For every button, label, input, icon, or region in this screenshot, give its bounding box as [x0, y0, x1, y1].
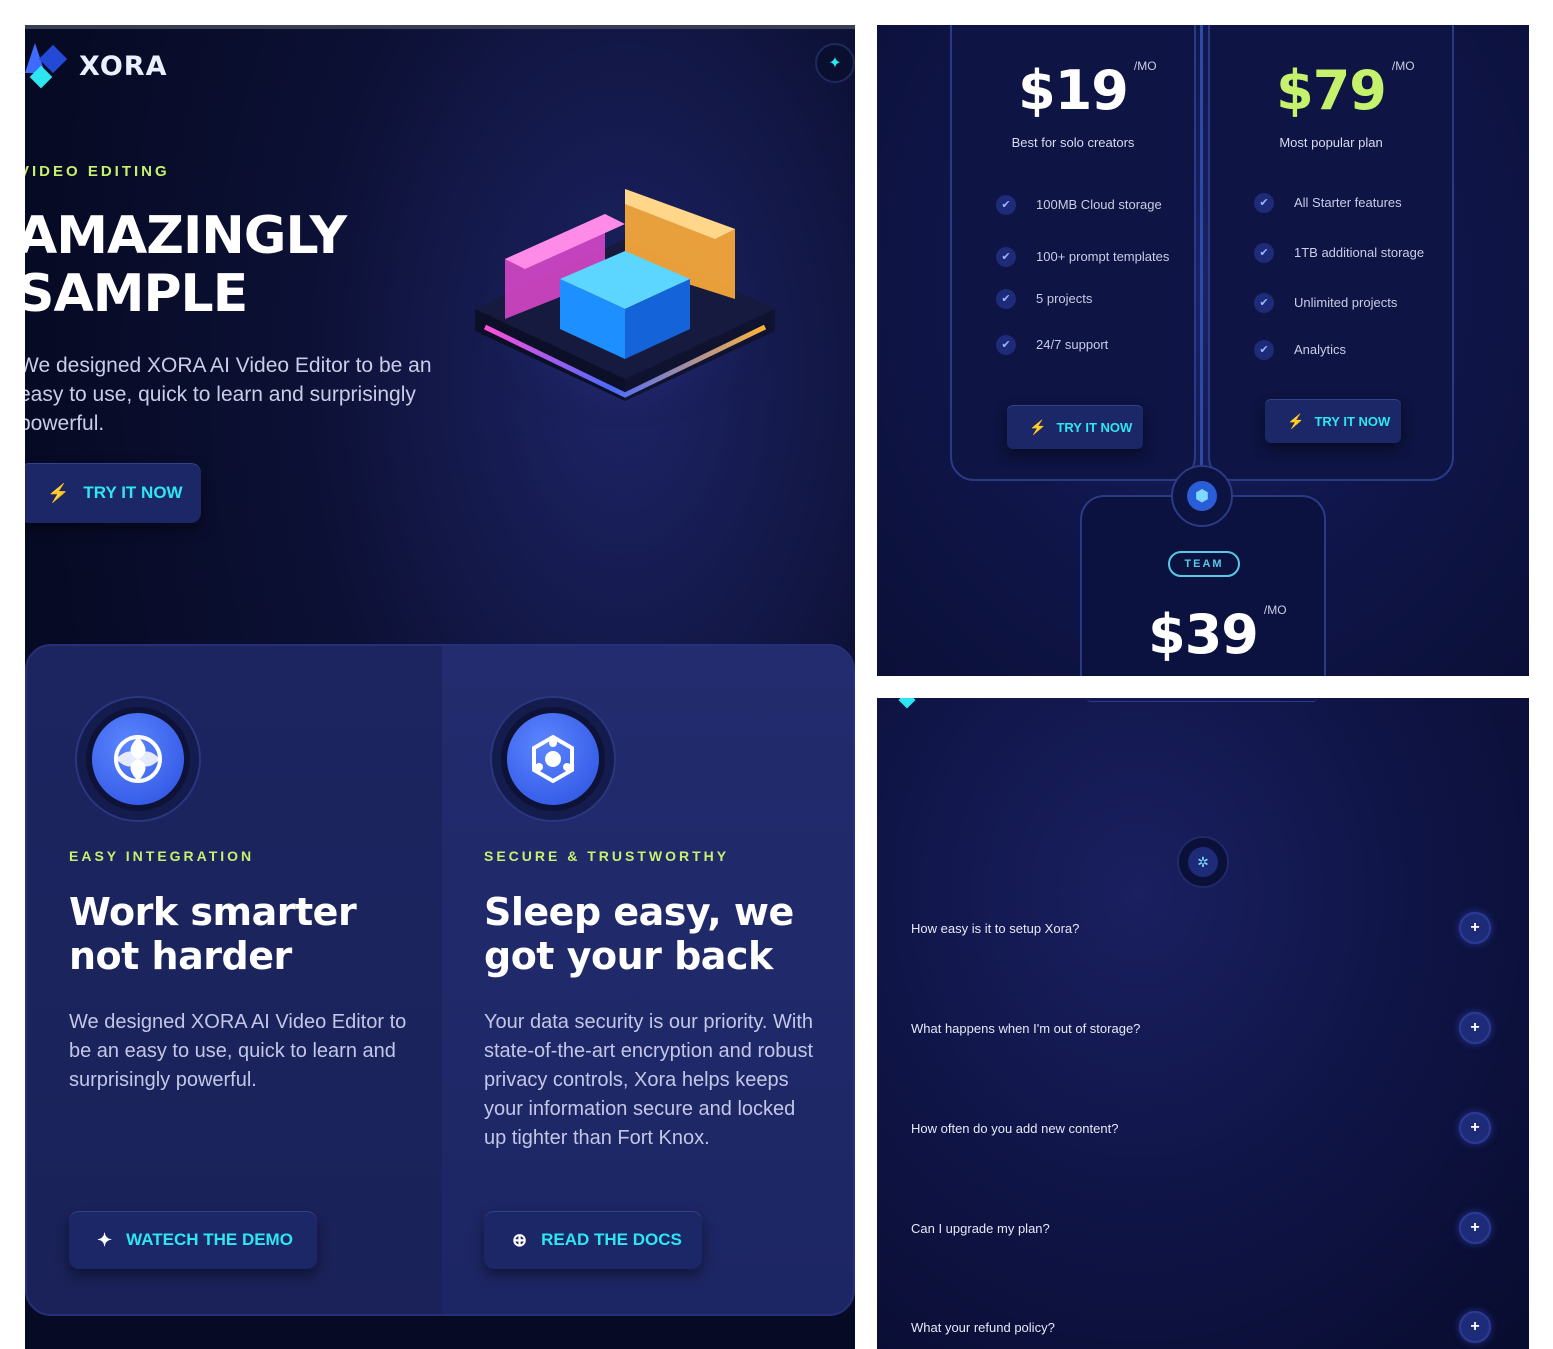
hero-title-line1: AMAZINGLY — [25, 206, 347, 266]
plan-feature-list: ✔ All Starter features ✔ 1TB additional st… — [1254, 193, 1444, 360]
xora-logo-icon — [25, 43, 69, 89]
pricing-panel: $19 /MO Best for solo creators ✔ 100MB Cl… — [877, 25, 1529, 676]
sparkle-icon-button[interactable]: ✦ — [815, 43, 855, 83]
plan-price: $79 — [1276, 59, 1387, 122]
hero-eyebrow: VIDEO EDITING — [25, 163, 170, 180]
plan-period: /MO — [1133, 59, 1157, 73]
plus-icon[interactable]: + — [1459, 1212, 1491, 1244]
feature-title: Work smarter not harder — [69, 890, 357, 978]
plus-icon[interactable]: + — [1459, 912, 1491, 944]
shield-hex-icon — [507, 713, 599, 805]
docs-plus-icon: ⊕ — [512, 1229, 528, 1250]
plan-feature-list: ✔ 100MB Cloud storage ✔ 100+ prompt templa… — [996, 185, 1186, 355]
plan-subtitle: Best for solo creators — [1011, 135, 1135, 150]
feature-icon-ring — [490, 696, 616, 822]
plan-hub: ⬢ — [1171, 465, 1233, 527]
bolt-icon: ⚡ — [1029, 418, 1047, 435]
plan-card-pro: $79 /MO Most popular plan ✔ All Starter f… — [1208, 25, 1454, 481]
plan-feature: ✔ 1TB additional storage — [1254, 233, 1444, 273]
starter-try-it-now-button[interactable]: ⚡ TRY IT NOW — [1007, 405, 1143, 449]
plan-period: /MO — [1391, 59, 1415, 73]
hero-title-line2: SAMPLE — [25, 264, 248, 324]
check-icon: ✔ — [1254, 193, 1274, 213]
plus-icon[interactable]: + — [1459, 1012, 1491, 1044]
pro-try-it-now-button[interactable]: ⚡ TRY IT NOW — [1265, 399, 1401, 443]
try-it-now-button[interactable]: ⚡ TRY IT NOW — [25, 463, 201, 523]
hero-description: We designed XORA AI Video Editor to be a… — [25, 354, 432, 435]
faq-question: How easy is it to setup Xora? — [911, 920, 1080, 936]
plan-feature: ✔ 24/7 support — [996, 335, 1186, 355]
bolt-icon: ⚡ — [47, 482, 70, 503]
hero-panel: XORA ✦ VIDEO EDITING AMAZINGLY SAMPLE We… — [25, 25, 855, 1349]
watch-demo-label: WATECH THE DEMO — [126, 1230, 293, 1249]
faq-question: Can I upgrade my plan? — [911, 1220, 1050, 1236]
feature-description: We designed XORA AI Video Editor to be a… — [69, 1011, 407, 1091]
plan-price: $19 — [1018, 59, 1129, 122]
features-section: EASY INTEGRATION Work smarter not harder… — [25, 644, 855, 1316]
feature-eyebrow: EASY INTEGRATION — [69, 848, 255, 864]
feature-card-security: SECURE & TRUSTWORTHY Sleep easy, we got … — [442, 646, 853, 1314]
check-icon: ✔ — [1254, 293, 1274, 313]
feature-icon-ring — [75, 696, 201, 822]
feature-description: Your data security is our priority. With… — [484, 1011, 814, 1149]
logo-text: XORA — [79, 50, 168, 82]
faq-item[interactable]: Can I upgrade my plan? + — [911, 1208, 1491, 1248]
faq-question: What your refund policy? — [911, 1319, 1055, 1335]
diamond-icon — [898, 698, 916, 709]
asterisk-icon: ✲ — [1188, 847, 1218, 877]
plan-period: /MO — [1263, 603, 1287, 617]
faq-item[interactable]: How easy is it to setup Xora? + — [911, 908, 1491, 948]
faq-icon-ring: ✲ — [1177, 836, 1229, 888]
aperture-icon — [92, 713, 184, 805]
plan-feature: ✔ Unlimited projects — [1254, 293, 1444, 313]
plan-subtitle: Most popular plan — [1279, 135, 1383, 150]
bolt-icon: ⚡ — [1287, 412, 1305, 429]
check-icon: ✔ — [1254, 243, 1274, 263]
faq-item[interactable]: What your refund policy? + — [911, 1307, 1491, 1347]
plan-feature: ✔ 5 projects — [996, 289, 1186, 309]
price-row: $19 /MO — [952, 59, 1194, 122]
price-row: $79 /MO — [1210, 59, 1452, 122]
check-icon: ✔ — [996, 247, 1016, 267]
faq-item[interactable]: How often do you add new content? + — [911, 1108, 1491, 1148]
feature-card-integration: EASY INTEGRATION Work smarter not harder… — [27, 646, 442, 1314]
plus-icon[interactable]: + — [1459, 1311, 1491, 1343]
logo[interactable]: XORA — [25, 43, 168, 89]
hero-title: AMAZINGLY SAMPLE — [25, 206, 347, 324]
plan-feature: ✔ 100+ prompt templates — [996, 237, 1186, 277]
faq-top-divider — [1087, 698, 1317, 702]
read-the-docs-button[interactable]: ⊕ READ THE DOCS — [484, 1211, 702, 1269]
hexagon-icon: ⬢ — [1187, 481, 1217, 511]
glowing-cube-illustration — [465, 189, 785, 429]
price-row: $39 /MO — [1082, 603, 1324, 666]
plan-price: $39 — [1148, 603, 1259, 666]
read-the-docs-label: READ THE DOCS — [541, 1230, 682, 1249]
check-icon: ✔ — [996, 289, 1016, 309]
watch-demo-button[interactable]: ✦ WATECH THE DEMO — [69, 1211, 317, 1269]
faq-question: What happens when I'm out of storage? — [911, 1020, 1141, 1036]
faq-panel: ✲ How easy is it to setup Xora? + What h… — [877, 698, 1529, 1349]
try-it-now-label: TRY IT NOW — [83, 483, 183, 502]
plan-connector-line — [1200, 25, 1203, 465]
check-icon: ✔ — [996, 335, 1016, 355]
team-badge: TEAM — [1168, 551, 1240, 577]
feature-eyebrow: SECURE & TRUSTWORTHY — [484, 848, 730, 864]
check-icon: ✔ — [1254, 340, 1274, 360]
feature-title: Sleep easy, we got your back — [484, 890, 794, 978]
plan-feature: ✔ 100MB Cloud storage — [996, 185, 1186, 225]
plan-card-starter: $19 /MO Best for solo creators ✔ 100MB Cl… — [950, 25, 1196, 481]
check-icon: ✔ — [996, 195, 1016, 215]
sparkle-icon: ✦ — [828, 55, 842, 72]
plus-icon[interactable]: + — [1459, 1112, 1491, 1144]
sparkle-cursor-icon: ✦ — [97, 1229, 113, 1250]
plan-feature: ✔ All Starter features — [1254, 193, 1444, 213]
plan-feature: ✔ Analytics — [1254, 340, 1444, 360]
faq-question: How often do you add new content? — [911, 1120, 1119, 1136]
faq-item[interactable]: What happens when I'm out of storage? + — [911, 1008, 1491, 1048]
